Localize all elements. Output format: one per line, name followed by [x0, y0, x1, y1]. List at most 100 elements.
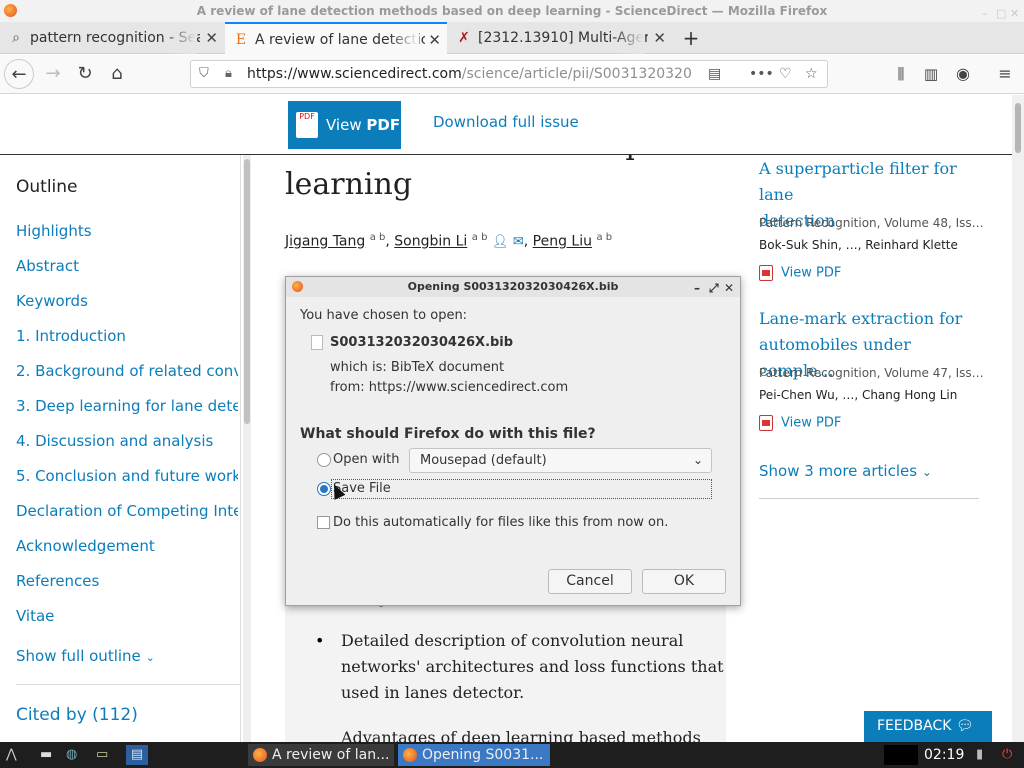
home-button[interactable]: ⌂	[102, 59, 132, 89]
application-select[interactable]: Mousepad (default) ⌄	[409, 448, 712, 473]
auto-action-checkbox[interactable]	[317, 516, 330, 529]
firefox-icon	[292, 281, 303, 292]
tracking-shield-icon[interactable]: ⛉	[199, 61, 209, 87]
back-button[interactable]: ←	[4, 59, 34, 89]
url-text[interactable]: https://www.sciencedirect.com/science/ar…	[247, 61, 697, 87]
forward-button[interactable]: →	[38, 59, 68, 89]
recommended-view-pdf-link[interactable]: View PDF	[759, 415, 841, 431]
page-scrollbar[interactable]	[1012, 95, 1024, 742]
chosen-label: You have chosen to open:	[300, 308, 468, 323]
minimize-icon[interactable]: –	[694, 278, 700, 298]
open-file-dialog: Opening S003132032030426X.bib – ⤢ ✕ You …	[285, 276, 741, 606]
tab-close-icon[interactable]: ✕	[653, 22, 666, 54]
outline-item-highlights[interactable]: Highlights	[16, 222, 238, 240]
window-list-icon[interactable]: ▤	[126, 745, 148, 765]
sidebar-icon[interactable]: ▥	[916, 59, 946, 89]
outline-item-discussion[interactable]: 4. Discussion and analysis	[16, 432, 238, 450]
taskbar-dialog-window[interactable]: Opening S0031...	[398, 744, 550, 766]
file-icon	[311, 335, 323, 350]
outline-item-references[interactable]: References	[16, 572, 238, 590]
page-actions-icon[interactable]: •••	[749, 61, 774, 87]
open-with-label[interactable]: Open with	[333, 452, 399, 467]
volume-icon[interactable]: ▮	[976, 745, 983, 765]
file-type: which is: BibTeX document	[330, 360, 505, 375]
terminal-icon[interactable]: ▬	[40, 745, 52, 765]
outline-item-acknowledgement[interactable]: Acknowledgement	[16, 537, 238, 555]
close-icon[interactable]: ✕	[724, 278, 734, 298]
tab-close-icon[interactable]: ✕	[205, 22, 218, 54]
app-menu-icon[interactable]: ⋀	[6, 745, 17, 765]
library-icon[interactable]: ⫼	[886, 59, 916, 89]
feedback-button[interactable]: FEEDBACK 💬︎	[864, 711, 992, 742]
pdf-icon	[759, 415, 773, 431]
recommended-article-meta: Pattern Recognition, Volume 48, Iss…	[759, 216, 984, 230]
tab-bar: ⌕ pattern recognition - Sea ✕ E A review…	[0, 22, 1024, 55]
outline-item-abstract[interactable]: Abstract	[16, 257, 238, 275]
author-list: Jigang Tang a b, Songbin Li a b 👤︎ ✉, Pe…	[285, 232, 613, 250]
tab-arxiv-multi-agent[interactable]: ✗ [2312.13910] Multi-Ager ✕	[448, 22, 672, 54]
bookmark-star-icon[interactable]: ☆	[805, 61, 818, 87]
search-icon: ⌕	[12, 30, 20, 46]
author-link[interactable]: Songbin Li	[394, 234, 467, 250]
chevron-down-icon: ⌄	[145, 651, 155, 664]
maximize-icon[interactable]: ⤢	[709, 278, 719, 298]
outline-item-keywords[interactable]: Keywords	[16, 292, 238, 310]
open-with-radio[interactable]	[317, 453, 331, 467]
divider	[16, 684, 241, 685]
person-icon[interactable]: 👤︎	[492, 235, 509, 250]
outline-item-introduction[interactable]: 1. Introduction	[16, 327, 238, 345]
url-bar[interactable]: ⛉ 🔒︎ https://www.sciencedirect.com/scien…	[190, 60, 828, 88]
reload-button[interactable]: ↻	[70, 59, 100, 89]
browser-icon[interactable]: ◍	[66, 745, 77, 765]
dialog-titlebar: Opening S003132032030426X.bib – ⤢ ✕	[286, 277, 740, 297]
cited-by-link[interactable]: Cited by (112)	[16, 705, 138, 725]
show-full-outline-link[interactable]: Show full outline ⌄	[16, 647, 238, 665]
account-icon[interactable]: ◉	[948, 59, 978, 89]
chat-icon: 💬︎	[955, 718, 974, 734]
files-icon[interactable]: ▭	[96, 745, 108, 765]
power-icon[interactable]: ⏻	[1002, 745, 1012, 765]
view-pdf-button[interactable]: PDF View PDF	[288, 101, 401, 149]
author-link[interactable]: Jigang Tang	[285, 234, 365, 250]
email-icon[interactable]: ✉	[513, 235, 524, 250]
ok-button[interactable]: OK	[642, 569, 726, 594]
window-title: A review of lane detection methods based…	[196, 4, 828, 18]
dialog-question: What should Firefox do with this file?	[300, 426, 596, 442]
highlight-text: Detailed description of convolution neur…	[341, 631, 724, 702]
outline-sidebar: Outline Highlights Abstract Keywords 1. …	[0, 155, 251, 742]
download-full-issue-link[interactable]: Download full issue	[433, 113, 579, 131]
tab-review-lane-detection[interactable]: E A review of lane detectic ✕	[225, 22, 447, 55]
menu-icon[interactable]: ≡	[990, 59, 1020, 89]
taskbar-firefox-window[interactable]: A review of lan...	[248, 744, 394, 766]
cancel-button[interactable]: Cancel	[548, 569, 632, 594]
firefox-icon	[4, 4, 17, 17]
show-more-articles-link[interactable]: Show 3 more articles ⌄	[759, 462, 932, 480]
lock-icon[interactable]: 🔒︎	[225, 61, 232, 87]
outline-item-background[interactable]: 2. Background of related convo…	[16, 362, 238, 380]
recommended-article-authors: Pei-Chen Wu, …, Chang Hong Lin	[759, 388, 958, 402]
recommended-article-meta: Pattern Recognition, Volume 47, Iss…	[759, 366, 984, 380]
outline-item-conclusion[interactable]: 5. Conclusion and future work	[16, 467, 238, 485]
reader-view-icon[interactable]: ▤	[708, 61, 721, 87]
dialog-title: Opening S003132032030426X.bib	[407, 280, 619, 293]
window-titlebar: A review of lane detection methods based…	[0, 0, 1024, 22]
clock[interactable]: 02:19	[924, 742, 964, 768]
recommended-view-pdf-link[interactable]: View PDF	[759, 265, 841, 281]
outline-item-deep-learning[interactable]: 3. Deep learning for lane detect…	[16, 397, 238, 415]
outline-scrollbar[interactable]	[243, 155, 251, 742]
file-source: from: https://www.sciencedirect.com	[330, 380, 569, 395]
author-link[interactable]: Peng Liu	[533, 234, 592, 250]
tab-pattern-recognition[interactable]: ⌕ pattern recognition - Sea ✕	[0, 22, 224, 54]
auto-action-label[interactable]: Do this automatically for files like thi…	[333, 515, 668, 530]
outline-item-vitae[interactable]: Vitae	[16, 607, 238, 625]
outline-item-declaration[interactable]: Declaration of Competing Inter…	[16, 502, 238, 520]
chevron-down-icon: ⌄	[692, 453, 703, 467]
pocket-icon[interactable]: ♡	[779, 61, 792, 87]
elsevier-icon: E	[235, 32, 247, 48]
taskbar: ⋀ ▬ ◍ ▭ ▤ A review of lan... Opening S00…	[0, 742, 1024, 768]
highlights-box: recognition. • Detailed description of c…	[285, 585, 726, 742]
navigation-bar: ← → ↻ ⌂ ⛉ 🔒︎ https://www.sciencedirect.c…	[0, 55, 1024, 94]
chevron-down-icon: ⌄	[921, 465, 932, 479]
new-tab-button[interactable]: +	[676, 22, 706, 54]
tab-close-icon[interactable]: ✕	[428, 24, 441, 55]
